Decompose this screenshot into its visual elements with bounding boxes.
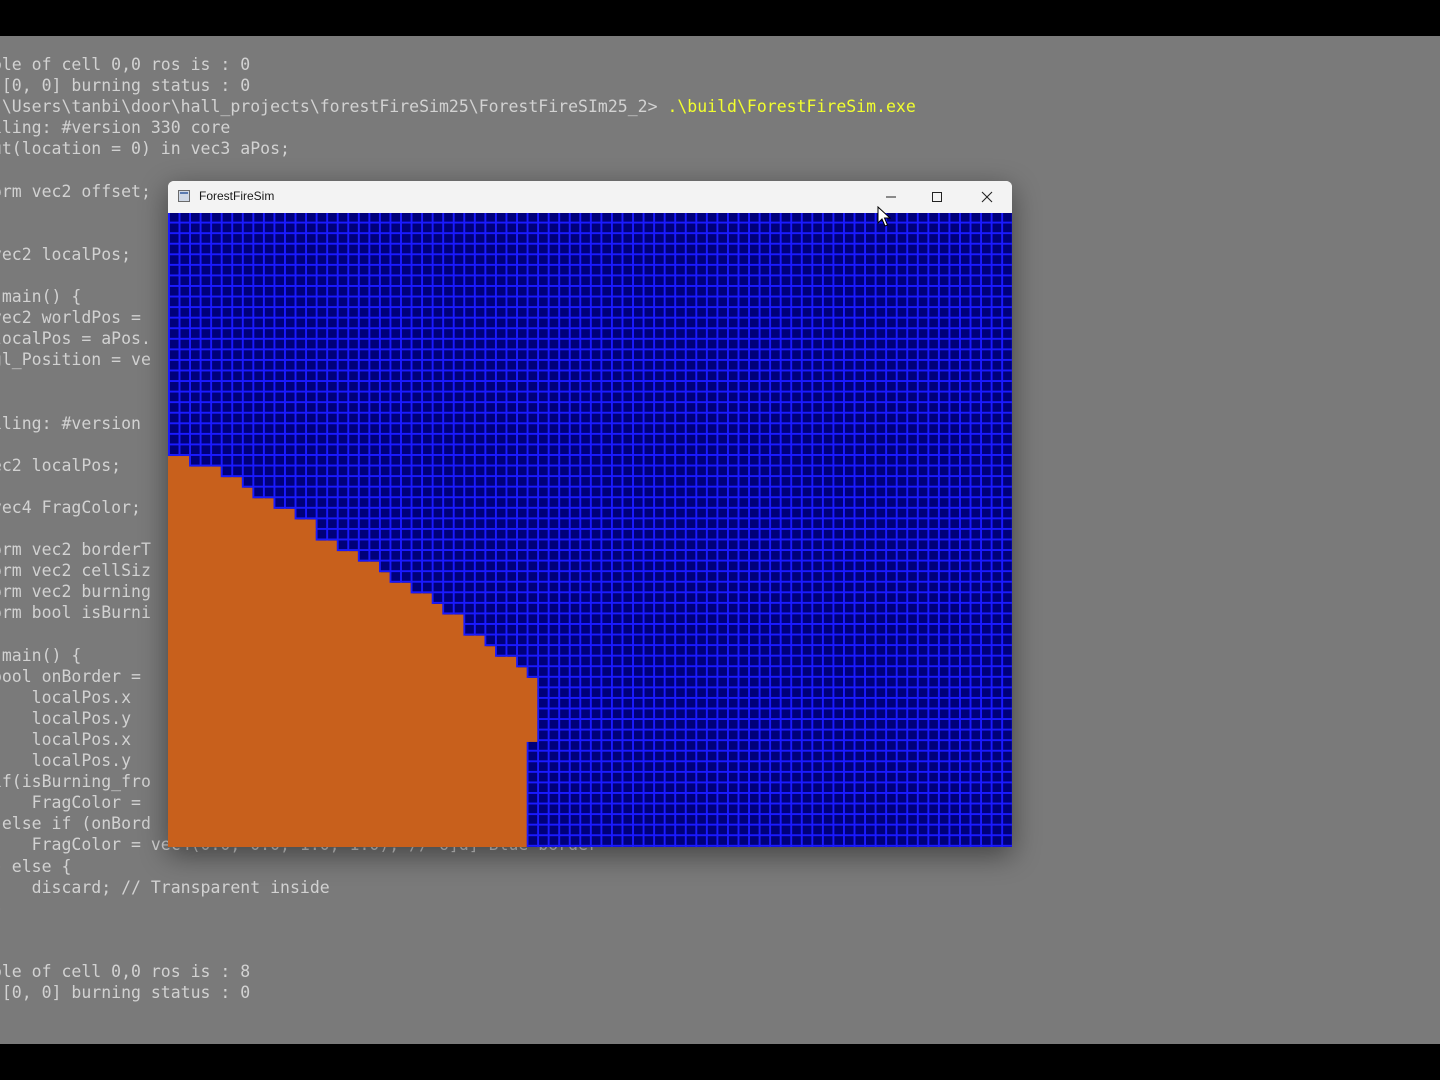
burned-row [168,625,464,637]
terminal-line-text: piling: #version [0,413,141,433]
terminal-line-text: out(location = 0) in vec3 aPos; [0,139,290,159]
terminal-line-text: form vec2 burning [0,582,151,602]
burned-row [168,688,538,700]
app-window-icon [178,190,190,202]
terminal-line-text: localPos.y [31,708,132,728]
burned-row [168,720,538,732]
terminal-line-text: localPos.y [31,751,132,771]
burned-row [168,825,527,838]
burned-row [168,709,538,721]
burned-row [168,794,527,806]
terminal-line: discard; // Transparent inside [0,877,1440,898]
burned-row [168,836,527,847]
mouse-cursor-icon [877,206,891,227]
terminal-line-text: form vec2 borderT [0,540,151,560]
terminal-line: o [0, 0] burning status : 0 [0,75,1440,96]
burned-row [168,783,527,795]
burned-row [168,477,242,489]
terminal-line-text: vec2 localPos; [0,244,132,264]
terminal-line-text: vec2 worldPos = [0,308,141,328]
terminal-line-text: o [0, 0] burning status : 0 [0,76,251,96]
terminal-line-text: mple of cell 0,0 ros is : 0 [0,55,251,74]
terminal-line: } else { [0,856,1440,877]
desktop-background: mple of cell 0,0 ros is : 0 o [0, 0] burn… [0,36,1440,1044]
terminal-line-text: gl_Position = ve [0,350,151,370]
burned-row [168,804,527,816]
terminal-line-text: localPos.x [31,687,132,707]
burned-row [168,815,527,827]
terminal-line: } [0,898,1440,919]
burned-row [168,646,496,658]
terminal-line-text: C:\Users\tanbi\door\hall_projects\forest… [0,97,668,117]
terminal-line: out(location = 0) in vec3 aPos; [0,138,1440,159]
minimize-icon [886,196,896,198]
simulation-grid-canvas[interactable] [168,213,1012,847]
terminal-line: o [0, 0] burning status : 0 [0,982,1440,1003]
app-window[interactable]: ForestFireSim [168,181,1012,847]
burned-row [168,667,527,679]
terminal-line-text: discard; // Transparent inside [0,877,330,897]
burned-row [168,656,517,668]
terminal-line-text: }else if (onBord [0,814,151,834]
terminal-line-text: form vec2 cellSiz [0,561,151,581]
burned-row [168,677,538,690]
terminal-line-text: FragColor = [31,793,141,813]
burned-row [168,593,432,605]
burned-area [168,456,538,847]
terminal-line: C:\Users\tanbi\door\hall_projects\forest… [0,96,1440,117]
close-button[interactable] [964,181,1010,213]
terminal-line-text: form vec2 offset; [0,181,151,201]
close-icon [981,191,993,203]
burned-row [168,730,538,742]
terminal-line-text: } else { [0,856,72,876]
terminal-line-text: o [0, 0] burning status : 0 [0,983,251,1003]
burned-row [168,762,527,774]
burned-row [168,508,295,521]
terminal-line-text: vec4 FragColor; [0,497,141,517]
burned-row [168,582,411,594]
maximize-button[interactable] [914,181,960,213]
burned-row [168,498,274,510]
burned-row [168,572,390,584]
burned-row [168,551,358,563]
terminal-line-text: if(isBurning_fro [0,772,151,792]
burned-row [168,487,253,499]
burned-row [168,540,337,552]
minimize-button[interactable] [868,181,914,213]
burned-row [168,741,527,753]
burned-row [168,519,316,531]
terminal-line-text: vec2 localPos; [0,455,122,475]
burned-row [168,561,379,573]
terminal-line-text: mple of cell 0,0 ros is : 8 [0,962,251,982]
terminal-line-text: piling: #version 330 core [0,118,231,138]
terminal-command: .\build\ForestFireSim.exe [667,97,916,117]
terminal-line: piling: #version 330 core [0,117,1440,138]
burned-row [168,751,527,764]
terminal-line: mple of cell 0,0 ros is : 8 [0,961,1440,982]
terminal-line: mple of cell 0,0 ros is : 0 [0,54,1440,75]
burned-row [168,614,464,626]
burned-row [168,699,538,711]
maximize-icon [932,192,942,202]
terminal-line-text: } [0,899,2,918]
terminal-line-text: localPos.x [31,730,132,749]
burned-row [168,456,190,468]
burned-row [168,635,485,647]
burned-row [168,773,527,785]
terminal-line-text: d main() { [1,287,82,307]
terminal-line-text: d main() { [1,645,82,665]
burned-row [168,466,221,478]
window-title: ForestFireSim [199,189,275,203]
terminal-line-text: form bool isBurni [0,603,151,623]
terminal-line-text: bool onBorder = [0,666,141,686]
burned-row [168,530,316,542]
terminal-line-text: localPos = aPos. [0,329,151,349]
burned-row [168,603,443,616]
